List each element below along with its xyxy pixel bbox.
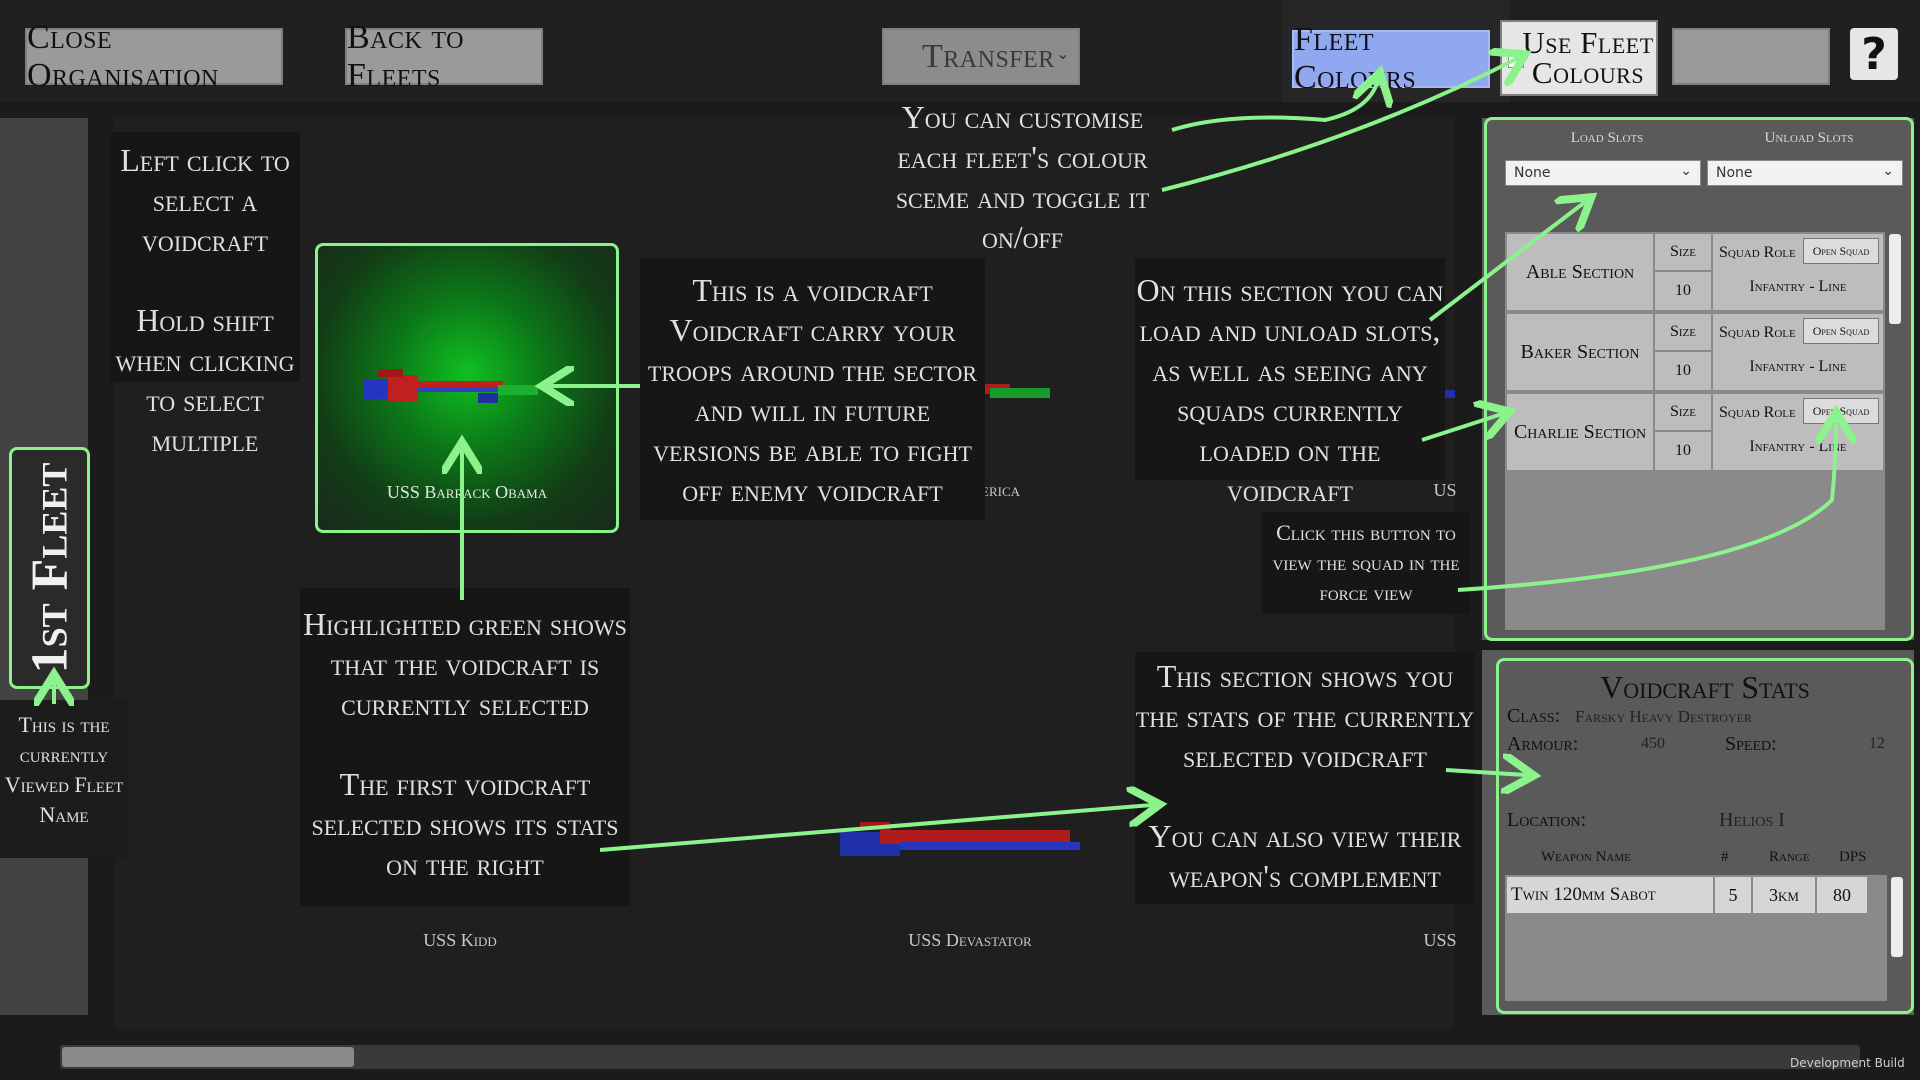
size-value: 10: [1655, 352, 1711, 390]
load-slots-label: Load Slots: [1570, 130, 1644, 146]
development-build-label: Development Build: [1790, 1056, 1905, 1070]
chevron-down-icon: ⌄: [1056, 46, 1070, 63]
ship-card-selected[interactable]: USS Barrack Obama: [315, 243, 619, 533]
weapon-dps: 80: [1817, 877, 1867, 913]
weapons-list: Twin 120mm Sabot 5 3km 80: [1505, 875, 1887, 1001]
section-name: Able Section: [1507, 234, 1653, 310]
size-label: Size: [1655, 314, 1711, 350]
location-label: Location:: [1507, 809, 1587, 831]
squad-role-value: Infantry - Line: [1749, 438, 1847, 455]
load-slots-value: None: [1514, 165, 1551, 181]
count-header: #: [1721, 849, 1729, 865]
armour-value: 450: [1641, 735, 1665, 752]
annotation-voidcraft-info: This is a voidcraft Voidcraft carry your…: [640, 258, 985, 520]
close-organisation-button[interactable]: Close Organisation: [25, 19, 283, 94]
location-value: Helios I: [1719, 809, 1785, 831]
help-button[interactable]: ?: [1850, 28, 1898, 80]
annotation-stats-section: This section shows you the stats of the …: [1135, 658, 1475, 774]
horizontal-scrollbar-thumb[interactable]: [62, 1047, 354, 1067]
open-squad-button[interactable]: Open Squad: [1803, 238, 1879, 264]
fleet-colours-button[interactable]: Fleet Colours: [1292, 21, 1490, 96]
squad-role-label: Squad Role: [1719, 324, 1796, 341]
load-slots-dropdown[interactable]: None ⌄: [1505, 160, 1701, 186]
speed-value: 12: [1869, 735, 1885, 752]
unload-slots-label: Unload Slots: [1764, 130, 1854, 146]
unload-slots-value: None: [1716, 165, 1753, 181]
stats-panel: Voidcraft Stats Class: Farsky Heavy Dest…: [1496, 658, 1914, 1014]
annotation-select-help: Left click to select a voidcraft Hold sh…: [110, 132, 300, 458]
annotation-hold-shift: Hold shift when clicking to select multi…: [115, 302, 295, 458]
voidcraft-sprite: [363, 369, 538, 403]
empty-button[interactable]: [1672, 28, 1830, 85]
annotation-load-section: On this section you can load and unload …: [1135, 258, 1445, 508]
dps-header: DPS: [1839, 849, 1867, 865]
ship-name-label: USS Barrack Obama: [386, 482, 548, 502]
squad-role-value: Infantry - Line: [1749, 278, 1847, 295]
open-squad-button[interactable]: Open Squad: [1803, 318, 1879, 344]
annotation-first-selected: The first voidcraft selected shows its s…: [311, 766, 619, 882]
transfer-dropdown[interactable]: Transfer ⌄: [882, 28, 1080, 85]
annotation-customise-colours: You can customise each fleet's colour sc…: [895, 99, 1150, 255]
armour-label: Armour:: [1507, 733, 1579, 755]
chevron-down-icon: ⌄: [1680, 163, 1692, 179]
stats-title: Voidcraft Stats: [1600, 669, 1810, 705]
weapons-scrollbar[interactable]: [1891, 877, 1903, 957]
use-fleet-colours-toggle[interactable]: Use Fleet Colours: [1500, 20, 1658, 96]
slots-panel: Load Slots Unload Slots None ⌄ None ⌄ Ab…: [1484, 117, 1914, 641]
annotation-weapons-info: You can also view their weapon's complem…: [1148, 818, 1462, 894]
ship-name-label[interactable]: US: [1430, 480, 1460, 501]
section-name: Charlie Section: [1507, 394, 1653, 470]
class-value: Farsky Heavy Destroyer: [1575, 707, 1752, 726]
range-header: Range: [1769, 849, 1810, 865]
slots-list: Able Section Size 10 Squad Role Open Squ…: [1505, 232, 1885, 630]
weapon-count: 5: [1715, 877, 1751, 913]
annotation-fleet-name-tip: This is the currently Viewed Fleet Name: [0, 700, 128, 858]
open-squad-button[interactable]: Open Squad: [1803, 398, 1879, 424]
size-value: 10: [1655, 432, 1711, 470]
chevron-down-icon: ⌄: [1882, 163, 1894, 179]
fleet-name-label: 1st Fleet: [21, 462, 78, 674]
squad-role-label: Squad Role: [1719, 404, 1796, 421]
squad-role-value: Infantry - Line: [1749, 358, 1847, 375]
weapon-name-header: Weapon Name: [1541, 849, 1631, 865]
use-fleet-colours-checkbox[interactable]: [1508, 52, 1524, 68]
annotation-stats: This section shows you the stats of the …: [1135, 652, 1475, 904]
annotation-highlight-green: Highlighted green shows that the voidcra…: [303, 606, 627, 722]
size-label: Size: [1655, 234, 1711, 270]
speed-label: Speed:: [1725, 733, 1777, 755]
slots-scrollbar[interactable]: [1889, 234, 1901, 324]
ship-name-label[interactable]: USS Devastator: [880, 930, 1060, 951]
size-label: Size: [1655, 394, 1711, 430]
ship-name-label[interactable]: USS: [1420, 930, 1460, 951]
annotation-left-click: Left click to select a voidcraft: [120, 142, 290, 258]
voidcraft-sprite-devastator: [840, 822, 1080, 856]
back-to-fleets-button[interactable]: Back to Fleets: [345, 19, 543, 94]
annotation-open-squad-tip: Click this button to view the squad in t…: [1262, 512, 1470, 614]
annotation-selection: Highlighted green shows that the voidcra…: [300, 588, 630, 906]
transfer-label: Transfer: [922, 37, 1055, 75]
ship-name-label[interactable]: USS Kidd: [380, 930, 540, 951]
fleet-tab-1st[interactable]: 1st Fleet: [9, 447, 90, 689]
weapon-name: Twin 120mm Sabot: [1507, 877, 1713, 913]
class-label: Class:: [1507, 705, 1561, 727]
section-name: Baker Section: [1507, 314, 1653, 390]
squad-role-label: Squad Role: [1719, 244, 1796, 261]
size-value: 10: [1655, 272, 1711, 310]
weapon-range: 3km: [1753, 877, 1815, 913]
unload-slots-dropdown[interactable]: None ⌄: [1707, 160, 1903, 186]
use-fleet-colours-label: Use Fleet Colours: [1522, 25, 1654, 90]
